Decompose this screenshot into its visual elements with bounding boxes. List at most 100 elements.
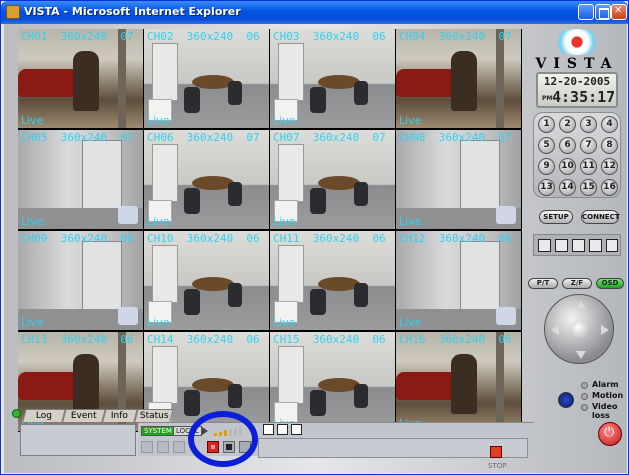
connect-button[interactable]: CONNECT xyxy=(581,210,620,224)
play-button[interactable] xyxy=(173,441,185,453)
camera-title: CH13 360x240 06 xyxy=(21,333,134,346)
save-icon[interactable] xyxy=(263,424,274,435)
camera-status: Live xyxy=(147,316,170,329)
close-button[interactable] xyxy=(611,4,627,20)
channel-key[interactable]: 1 xyxy=(538,116,555,133)
alarm-led-icon xyxy=(581,382,588,389)
tab-event[interactable]: Event xyxy=(62,409,106,422)
ie-app-icon xyxy=(6,5,20,19)
window-title: VISTA - Microsoft Internet Explorer xyxy=(24,5,241,18)
info-panel xyxy=(20,424,136,456)
stop-icon[interactable] xyxy=(490,446,502,458)
camera-status: Live xyxy=(399,114,422,127)
camera-status: Live xyxy=(273,316,296,329)
channel-key[interactable]: 2 xyxy=(559,116,576,133)
layout-6-icon[interactable] xyxy=(572,239,585,252)
camera-tile[interactable]: CH02 360x240 06 Live xyxy=(144,29,269,128)
tab-info[interactable]: Info xyxy=(102,409,138,422)
tab-status[interactable]: Status xyxy=(134,409,174,422)
channel-key[interactable]: 3 xyxy=(580,116,597,133)
osd-button[interactable]: OSD xyxy=(596,278,624,289)
channel-key[interactable]: 8 xyxy=(601,137,618,154)
layout-selector xyxy=(533,234,621,256)
camera-title: CH01 360x240 07 xyxy=(21,30,134,43)
camera-status: Live xyxy=(399,215,422,228)
channel-key[interactable]: 6 xyxy=(559,137,576,154)
camera-tile[interactable]: CH05 360x240 07 Live xyxy=(18,130,143,229)
layout-4-icon[interactable] xyxy=(555,239,568,252)
camera-title: CH15 360x240 06 xyxy=(273,333,386,346)
tab-label: Status xyxy=(139,411,169,421)
tab-label: Log xyxy=(35,411,52,421)
browser-window: VISTA - Microsoft Internet Explorer CH01… xyxy=(0,0,629,475)
arrow-up-icon[interactable] xyxy=(576,301,586,309)
title-bar: VISTA - Microsoft Internet Explorer xyxy=(1,1,628,24)
layout-1-icon[interactable] xyxy=(538,239,551,252)
layout-4-icon[interactable] xyxy=(277,424,288,435)
motion-legend: Motion xyxy=(592,391,624,400)
video-loss-led-icon xyxy=(581,404,588,411)
pan-tilt-button[interactable]: P/T xyxy=(528,278,558,289)
setup-button[interactable]: SETUP xyxy=(539,210,573,224)
zoom-focus-button[interactable]: Z/F xyxy=(562,278,592,289)
camera-status: Live xyxy=(21,114,44,127)
camera-tile[interactable]: CH07 360x240 07 Live xyxy=(270,130,395,229)
arrow-right-icon[interactable] xyxy=(601,325,609,335)
channel-key[interactable]: 13 xyxy=(538,179,555,196)
brand-logo: VISTA xyxy=(535,56,619,72)
channel-key[interactable]: 15 xyxy=(580,179,597,196)
camera-title: CH16 360x240 06 xyxy=(399,333,512,346)
step-back-button[interactable] xyxy=(157,441,169,453)
camera-status: Live xyxy=(399,316,422,329)
tab-label: Info xyxy=(111,411,129,421)
power-button[interactable] xyxy=(598,422,622,446)
maximize-button[interactable] xyxy=(595,4,611,20)
channel-key[interactable]: 7 xyxy=(580,137,597,154)
clock-time: 4:35:17 xyxy=(552,88,616,106)
alarm-legend: Alarm xyxy=(592,380,619,389)
tab-log[interactable]: Log xyxy=(22,409,66,422)
camera-tile[interactable]: CH08 360x240 07 Live xyxy=(396,130,521,229)
camera-title: CH12 360x240 06 xyxy=(399,232,512,245)
camera-title: CH08 360x240 07 xyxy=(399,131,512,144)
ptz-center-button[interactable] xyxy=(570,320,590,340)
channel-key[interactable]: 16 xyxy=(601,179,618,196)
channel-key[interactable]: 9 xyxy=(538,158,555,175)
arrow-down-icon[interactable] xyxy=(576,351,586,359)
ptz-direction-pad[interactable] xyxy=(544,294,614,364)
channel-key[interactable]: 12 xyxy=(601,158,618,175)
tab-strip: Log Event Info Status xyxy=(12,408,174,422)
channel-key[interactable]: 11 xyxy=(580,158,597,175)
clock-display: 12-20-2005 PM 4:35:17 xyxy=(536,72,618,108)
camera-tile[interactable]: CH10 360x240 06 Live xyxy=(144,231,269,330)
camera-tile[interactable]: CH09 360x240 06 Live xyxy=(18,231,143,330)
dvr-viewer-app: CH01 360x240 07 Live CH02 360x240 06 Live CH… xyxy=(4,24,627,473)
camera-tile[interactable]: CH12 360x240 06 Live xyxy=(396,231,521,330)
camera-tile[interactable]: CH01 360x240 07 Live xyxy=(18,29,143,128)
arrow-left-icon[interactable] xyxy=(551,325,559,335)
camera-tile[interactable]: CH11 360x240 06 Live xyxy=(270,231,395,330)
rewind-button[interactable] xyxy=(141,441,153,453)
camera-status: Live xyxy=(21,316,44,329)
channel-keypad: 1 2 3 4 5 6 7 8 9 10 11 12 13 14 15 16 xyxy=(533,112,621,198)
camera-title: CH09 360x240 06 xyxy=(21,232,134,245)
layout-16-icon[interactable] xyxy=(606,239,618,252)
system-toggle[interactable]: SYSTEM xyxy=(141,426,175,436)
channel-key[interactable]: 5 xyxy=(538,137,555,154)
channel-key[interactable]: 4 xyxy=(601,116,618,133)
camera-tile[interactable]: CH03 360x240 06 Live xyxy=(270,29,395,128)
channel-key[interactable]: 14 xyxy=(559,179,576,196)
status-display xyxy=(258,438,528,458)
stop-label: STOP xyxy=(488,462,507,470)
camera-title: CH05 360x240 07 xyxy=(21,131,134,144)
camera-status: Live xyxy=(147,114,170,127)
camera-tile[interactable]: CH06 360x240 07 Live xyxy=(144,130,269,229)
layout-9-icon[interactable] xyxy=(291,424,302,435)
camera-title: CH07 360x240 07 xyxy=(273,131,386,144)
minimize-button[interactable] xyxy=(578,4,594,20)
camera-status: Live xyxy=(273,114,296,127)
layout-8-icon[interactable] xyxy=(589,239,602,252)
channel-key[interactable]: 10 xyxy=(559,158,576,175)
camera-tile[interactable]: CH04 360x240 07 Live xyxy=(396,29,521,128)
video-loss-legend: Video loss xyxy=(592,402,618,420)
